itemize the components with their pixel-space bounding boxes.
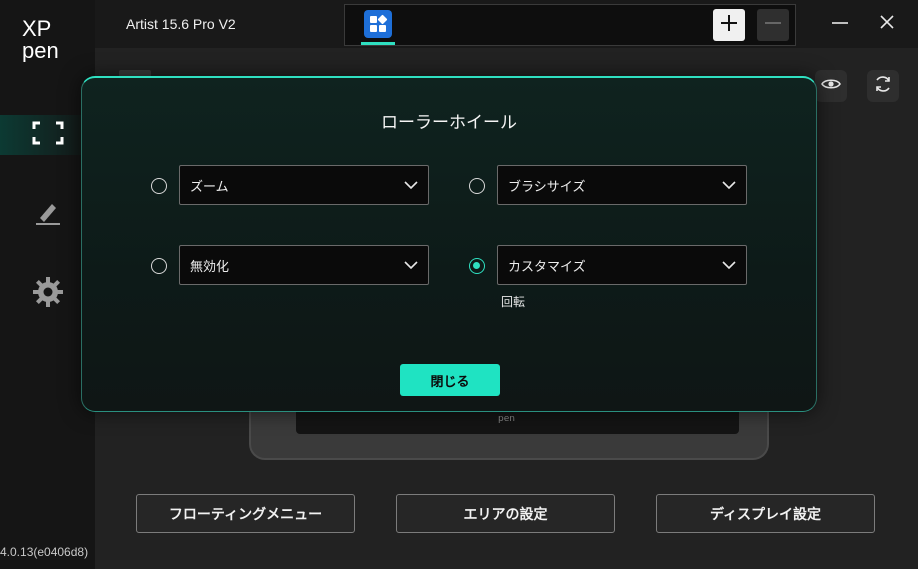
- add-app-button[interactable]: [713, 9, 745, 41]
- brush-size-select[interactable]: ブラシサイズ: [497, 165, 747, 205]
- tablet-logo-bottom: pen: [498, 414, 515, 424]
- zoom-select[interactable]: ズーム: [179, 165, 429, 205]
- floating-menu-button[interactable]: フローティングメニュー: [136, 494, 355, 533]
- chevron-down-icon: [722, 178, 736, 192]
- close-dialog-button[interactable]: 閉じる: [400, 364, 500, 396]
- brush-size-select-value: ブラシサイズ: [508, 179, 586, 195]
- radio-zoom[interactable]: [151, 178, 167, 194]
- pen-icon: [34, 198, 62, 230]
- minimize-icon: [831, 13, 849, 35]
- zoom-select-value: ズーム: [190, 179, 229, 195]
- minimize-button[interactable]: [828, 12, 852, 36]
- radio-brush-size[interactable]: [469, 178, 485, 194]
- radio-disabled[interactable]: [151, 258, 167, 274]
- custom-select[interactable]: カスタマイズ: [497, 245, 747, 285]
- refresh-button[interactable]: [867, 70, 899, 102]
- radio-custom[interactable]: [469, 258, 485, 274]
- refresh-icon: [873, 74, 893, 98]
- version-text: 4.0.13(e0406d8): [0, 545, 89, 559]
- custom-sub-label: 回転: [501, 295, 526, 309]
- disabled-select-value: 無効化: [190, 259, 230, 275]
- close-window-button[interactable]: [875, 12, 899, 36]
- remove-app-button[interactable]: [757, 9, 789, 41]
- roller-wheel-dialog: ローラーホイール ズーム ブラシサイズ 無効化 カスタマイズ 回転 閉じる: [81, 76, 817, 412]
- xppen-logo: XP pen: [20, 14, 68, 63]
- close-icon: [879, 14, 895, 34]
- area-settings-button[interactable]: エリアの設定: [396, 494, 615, 533]
- device-name: Artist 15.6 Pro V2: [126, 16, 236, 32]
- logo-bottom-text: pen: [22, 38, 59, 62]
- eye-icon: [821, 74, 841, 98]
- minus-icon: [764, 14, 782, 36]
- screen-area-icon: [32, 121, 64, 149]
- app-tab-icon[interactable]: [364, 10, 392, 38]
- chevron-down-icon: [722, 258, 736, 272]
- dialog-title: ローラーホイール: [381, 113, 517, 133]
- active-tab-indicator: [361, 42, 395, 45]
- custom-select-value: カスタマイズ: [508, 259, 586, 275]
- preview-toggle-button[interactable]: [815, 70, 847, 102]
- plus-icon: [720, 14, 738, 36]
- chevron-down-icon: [404, 258, 418, 272]
- chevron-down-icon: [404, 178, 418, 192]
- disabled-select[interactable]: 無効化: [179, 245, 429, 285]
- display-settings-button[interactable]: ディスプレイ設定: [656, 494, 875, 533]
- gear-icon: [32, 276, 64, 312]
